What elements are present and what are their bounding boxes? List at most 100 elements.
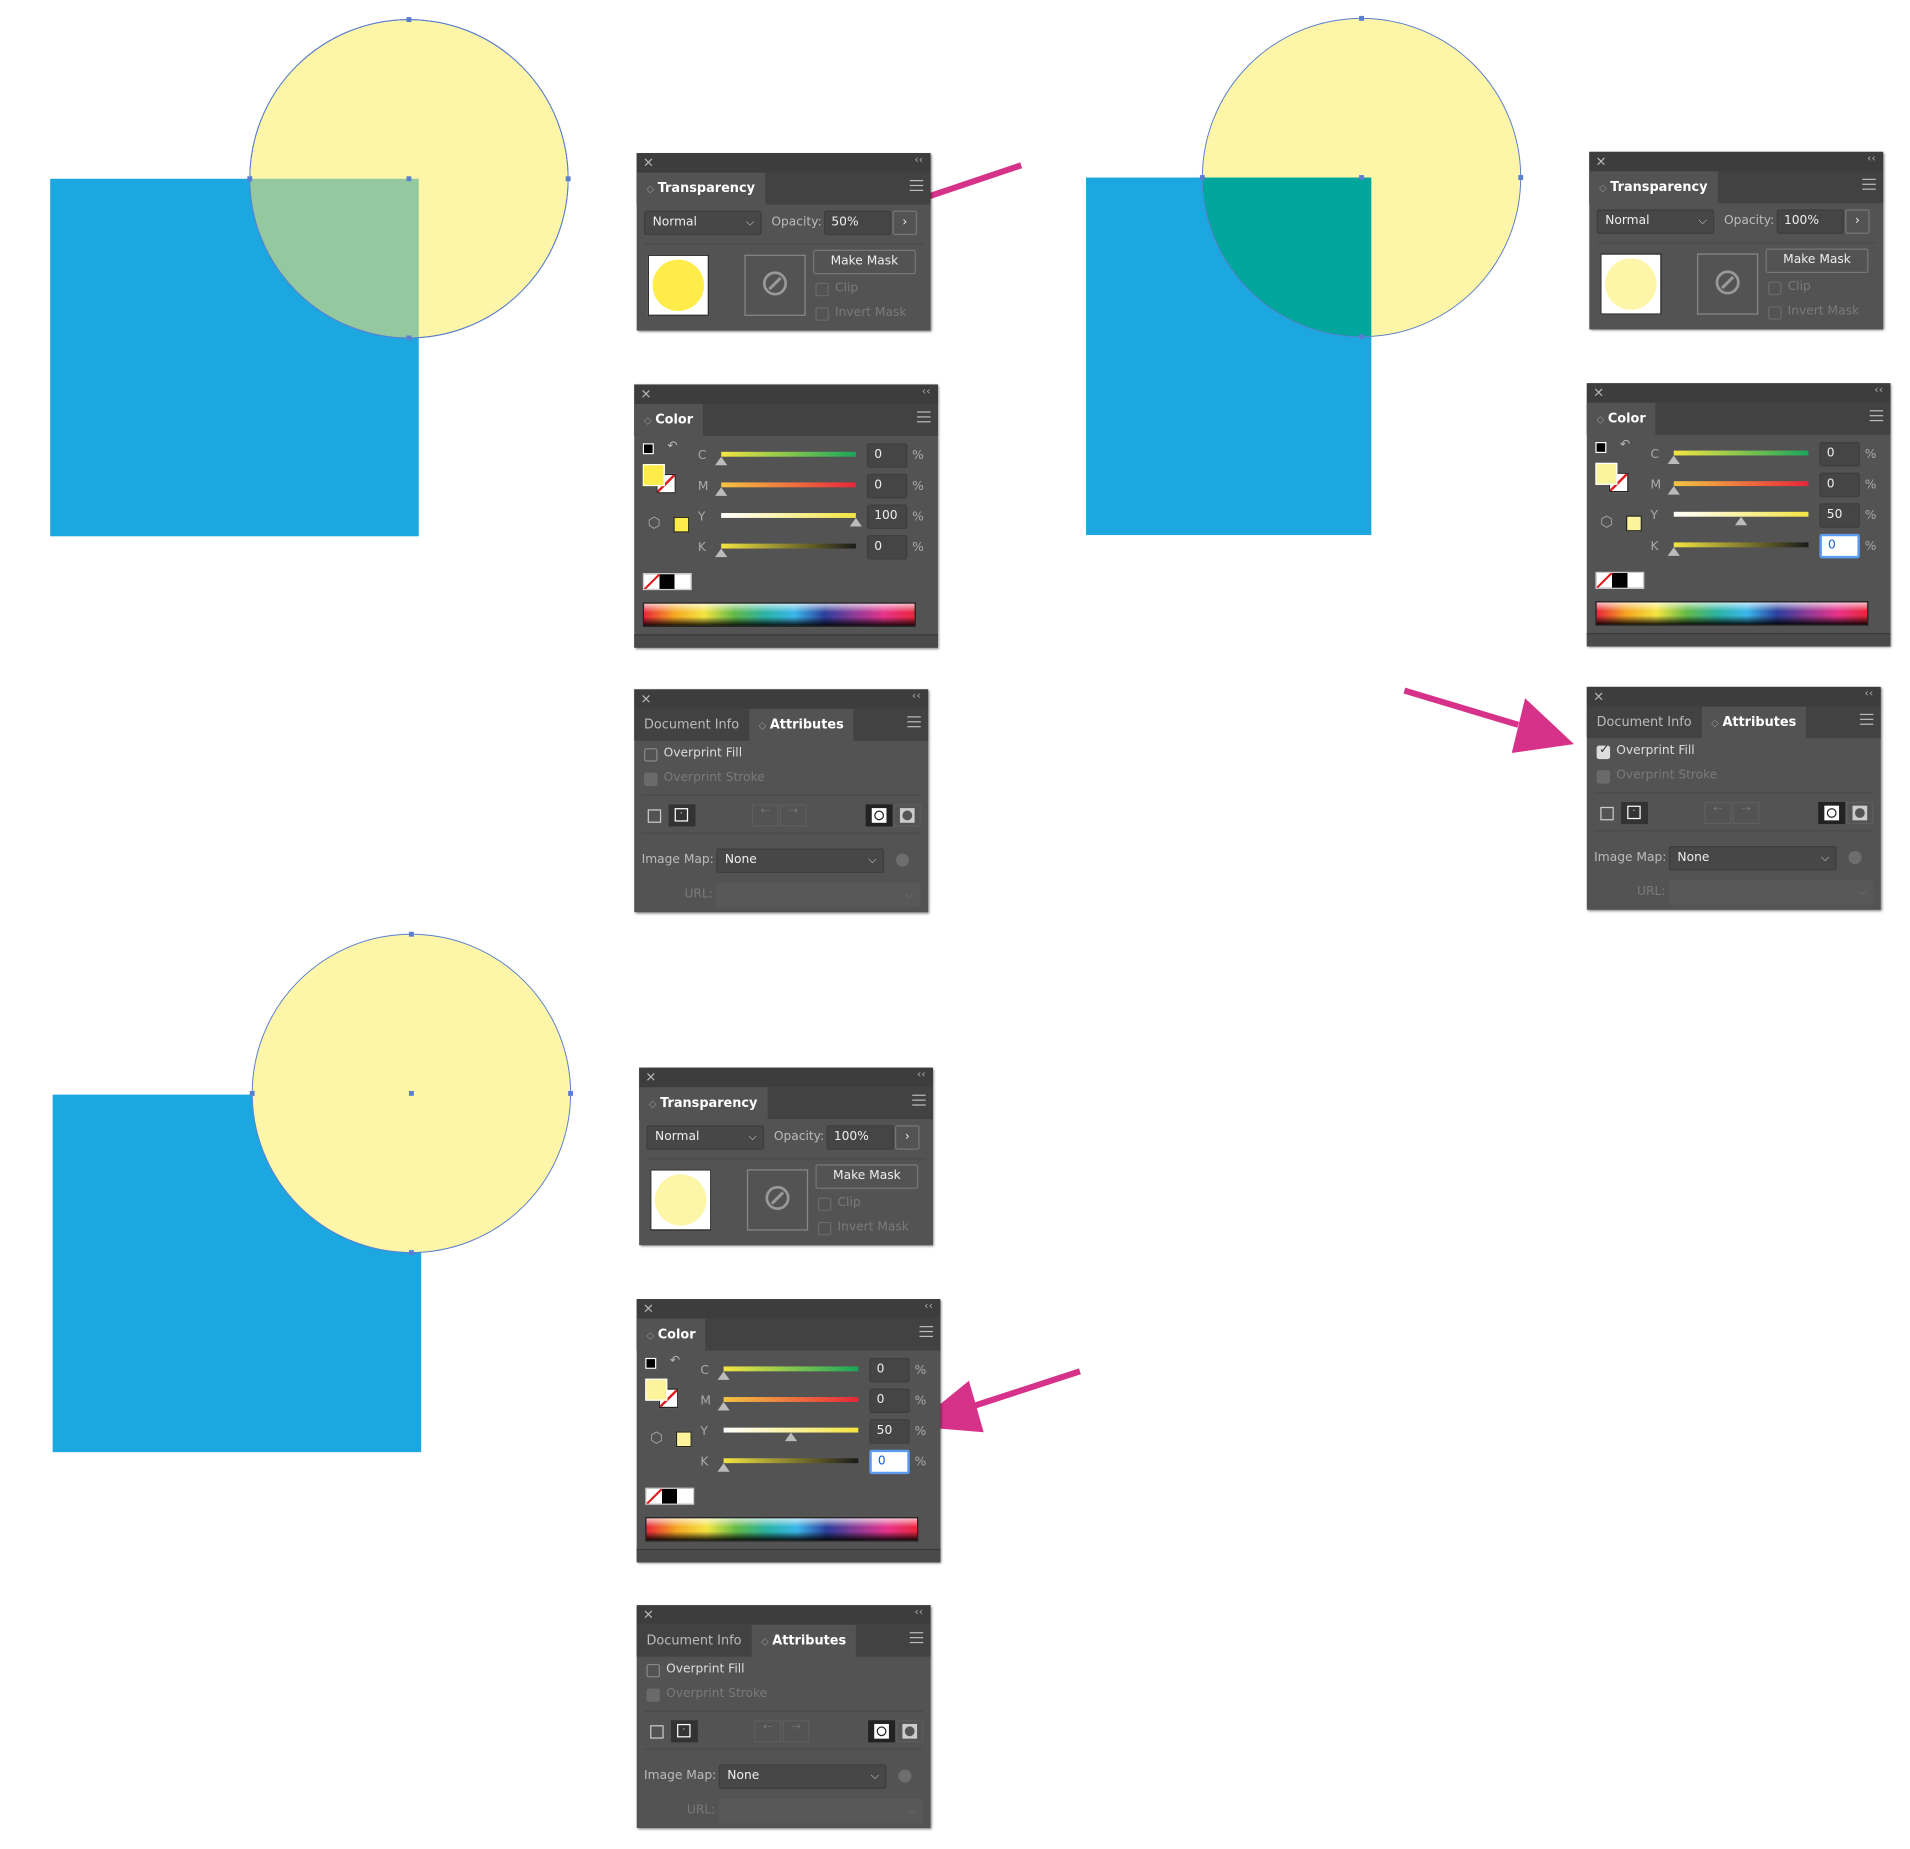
object-thumbnail[interactable]	[1600, 253, 1662, 315]
close-icon[interactable]: ×	[1595, 153, 1606, 169]
url-input[interactable]: ⌵	[718, 1798, 924, 1824]
c-slider-track[interactable]	[723, 1366, 859, 1372]
m-slider-track[interactable]	[723, 1397, 859, 1402]
y-slider-thumb[interactable]	[784, 1432, 798, 1442]
c-slider-track[interactable]	[721, 451, 856, 457]
k-slider-thumb[interactable]	[715, 548, 728, 558]
m-slider-track[interactable]	[721, 482, 856, 488]
c-slider-thumb[interactable]	[1667, 455, 1680, 465]
collapse-icon[interactable]: ‹‹	[912, 691, 921, 703]
reverse-path-direction-on-button[interactable]: ⇢	[1732, 801, 1760, 825]
blend-mode-dropdown[interactable]: Normal ⌵	[644, 210, 762, 236]
y-slider-track[interactable]	[721, 513, 856, 518]
fill-swatch[interactable]	[1595, 462, 1618, 485]
out-of-gamut-icon[interactable]: ⬡	[1600, 513, 1613, 530]
invert-mask-checkbox[interactable]	[817, 1221, 832, 1236]
make-mask-button[interactable]: Make Mask	[813, 249, 916, 275]
image-map-dropdown[interactable]: None ⌵	[1668, 846, 1837, 871]
default-colors-icon[interactable]	[645, 1357, 657, 1369]
opacity-input[interactable]: 100%	[1776, 209, 1844, 234]
resize-handle[interactable]	[634, 634, 938, 648]
hide-center-button[interactable]	[650, 1725, 664, 1739]
k-slider-track[interactable]	[1673, 542, 1809, 548]
overprint-fill-checkbox[interactable]	[646, 1663, 660, 1678]
tab-document-info[interactable]: Document Info	[1587, 706, 1702, 738]
m-slider-thumb[interactable]	[715, 487, 728, 496]
tab-transparency[interactable]: ◇ Transparency	[1589, 171, 1718, 204]
fill-swatch[interactable]	[642, 464, 665, 487]
tab-color[interactable]: ◇ Color	[634, 404, 703, 436]
reverse-path-direction-on-button[interactable]: ⇢	[779, 804, 807, 827]
panel-menu-icon[interactable]	[919, 1326, 933, 1338]
tab-attributes[interactable]: ◇ Attributes	[751, 1624, 856, 1657]
close-icon[interactable]: ×	[645, 1069, 656, 1085]
mask-thumbnail[interactable]: ⊘	[744, 254, 806, 316]
y-slider-thumb[interactable]	[1734, 516, 1748, 526]
k-slider-track[interactable]	[723, 1458, 859, 1464]
y-input[interactable]: 50	[869, 1419, 910, 1444]
panel-menu-icon[interactable]	[907, 716, 921, 728]
none-black-white-swatches[interactable]	[1595, 571, 1645, 589]
out-of-gamut-icon[interactable]: ⬡	[650, 1429, 663, 1446]
nonzero-winding-fill-button[interactable]	[868, 1720, 896, 1743]
close-icon[interactable]: ×	[643, 1300, 654, 1316]
hide-center-button[interactable]	[647, 809, 662, 823]
show-center-button[interactable]: ·	[668, 804, 696, 827]
blend-mode-dropdown[interactable]: Normal ⌵	[646, 1125, 765, 1150]
even-odd-fill-button[interactable]	[893, 804, 921, 827]
even-odd-fill-button[interactable]	[896, 1720, 924, 1743]
k-input[interactable]: 0	[869, 1449, 910, 1475]
tab-attributes[interactable]: ◇ Attributes	[1701, 706, 1807, 739]
c-input[interactable]: 0	[869, 1357, 910, 1383]
clip-checkbox[interactable]	[817, 1197, 832, 1211]
opacity-input[interactable]: 50%	[824, 210, 892, 236]
k-slider-thumb[interactable]	[1667, 547, 1680, 556]
collapse-icon[interactable]: ‹‹	[922, 386, 931, 398]
tab-document-info[interactable]: Document Info	[634, 709, 749, 741]
resize-handle[interactable]	[1586, 633, 1891, 647]
opacity-slider-button[interactable]: ›	[892, 210, 918, 236]
invert-mask-checkbox[interactable]	[1768, 306, 1782, 320]
y-input[interactable]: 50	[1819, 503, 1860, 528]
collapse-icon[interactable]: ‹‹	[1867, 153, 1876, 165]
browser-globe-icon[interactable]: ●	[895, 850, 910, 870]
resize-handle[interactable]	[636, 1548, 941, 1563]
mask-thumbnail[interactable]: ⊘	[1697, 253, 1759, 315]
browser-globe-icon[interactable]: ●	[1848, 847, 1863, 867]
object-thumbnail[interactable]	[650, 1169, 712, 1231]
tab-transparency[interactable]: ◇ Transparency	[636, 172, 765, 205]
panel-menu-icon[interactable]	[1859, 713, 1874, 725]
make-mask-button[interactable]: Make Mask	[1765, 248, 1869, 274]
m-slider-thumb[interactable]	[717, 1401, 730, 1411]
gamut-color-swatch[interactable]	[675, 1431, 692, 1448]
none-black-white-swatches[interactable]	[642, 573, 692, 591]
c-input[interactable]: 0	[866, 443, 908, 468]
tab-attributes[interactable]: ◇ Attributes	[748, 708, 854, 741]
tab-document-info[interactable]: Document Info	[637, 1625, 752, 1657]
none-black-white-swatches[interactable]	[645, 1487, 695, 1505]
gamut-color-swatch[interactable]	[673, 516, 690, 533]
color-spectrum[interactable]	[1595, 601, 1869, 626]
panel-menu-icon[interactable]	[909, 1632, 924, 1644]
tab-transparency[interactable]: ◇ Transparency	[639, 1087, 768, 1120]
make-mask-button[interactable]: Make Mask	[815, 1164, 919, 1189]
collapse-icon[interactable]: ‹‹	[914, 1606, 923, 1618]
c-slider-track[interactable]	[1673, 450, 1809, 456]
opacity-slider-button[interactable]: ›	[895, 1125, 920, 1150]
mask-thumbnail[interactable]: ⊘	[746, 1169, 809, 1231]
m-slider-thumb[interactable]	[1667, 486, 1680, 495]
close-icon[interactable]: ×	[640, 386, 651, 402]
m-input[interactable]: 0	[866, 473, 908, 499]
panel-menu-icon[interactable]	[912, 1094, 926, 1106]
overprint-fill-checkbox[interactable]	[644, 748, 658, 762]
collapse-icon[interactable]: ‹‹	[917, 1069, 926, 1081]
collapse-icon[interactable]: ‹‹	[1874, 384, 1883, 396]
y-input[interactable]: 100	[866, 504, 908, 529]
c-slider-thumb[interactable]	[717, 1371, 730, 1380]
color-spectrum[interactable]	[645, 1517, 919, 1542]
gamut-color-swatch[interactable]	[1626, 515, 1642, 532]
swap-colors-icon[interactable]: ↶	[1620, 438, 1630, 451]
panel-menu-icon[interactable]	[917, 411, 931, 423]
c-input[interactable]: 0	[1819, 442, 1860, 467]
overprint-stroke-checkbox[interactable]	[646, 1688, 660, 1702]
